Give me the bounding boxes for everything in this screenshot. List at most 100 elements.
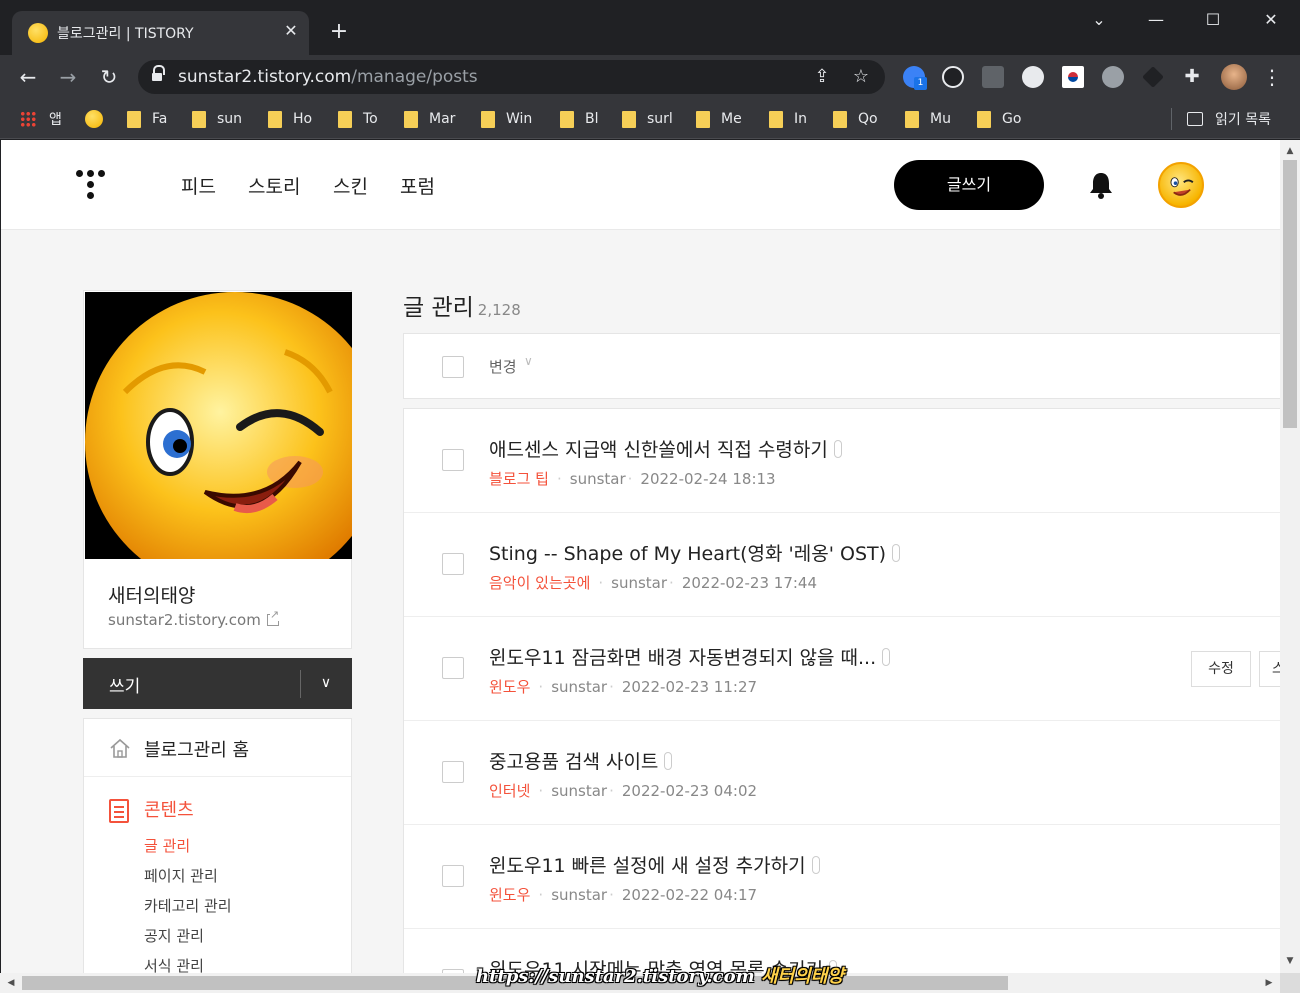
post-row[interactable]: 윈도우11 잠금화면 배경 자동변경되지 않을 때... 윈도우 · sunstar… (404, 617, 1280, 721)
post-checkbox[interactable] (442, 449, 464, 471)
post-title[interactable]: 애드센스 지급액 신한쏠에서 직접 수령하기 (489, 435, 842, 462)
vertical-scroll-thumb[interactable] (1283, 160, 1297, 428)
nav-feed[interactable]: 피드 (181, 172, 216, 199)
write-bar-divider (300, 670, 301, 698)
browser-tab[interactable]: 블로그관리 | TISTORY ✕ (12, 11, 309, 55)
bookmark-folder[interactable]: Me (696, 108, 742, 130)
post-checkbox[interactable] (442, 553, 464, 575)
post-row[interactable]: 윈도우11 빠른 설정에 새 설정 추가하기 윈도우 · sunstar · 2022-… (404, 825, 1280, 929)
submenu-notices[interactable]: 공지 관리 (144, 925, 204, 946)
tab-search-icon[interactable]: ⌄ (1084, 8, 1114, 32)
menu-contents[interactable]: 콘텐츠 (144, 796, 194, 822)
post-meta: 윈도우 · sunstar · 2022-02-22 04:17 (489, 886, 758, 904)
folder-icon (696, 110, 710, 128)
extension-layers-icon[interactable] (1142, 66, 1164, 88)
extension-download-icon[interactable]: 1 (903, 66, 927, 90)
reload-icon[interactable]: ↻ (96, 64, 122, 90)
extension-korea-flag-icon[interactable] (1062, 66, 1084, 88)
scroll-up-icon[interactable]: ▲ (1283, 144, 1297, 158)
edit-post-button[interactable]: 수정 (1191, 651, 1251, 687)
post-row[interactable]: 중고용품 검색 사이트 인터넷 · sunstar · 2022-02-23 04:02 (404, 721, 1280, 825)
submenu-categories[interactable]: 카테고리 관리 (144, 895, 232, 916)
post-category[interactable]: 인터넷 (489, 782, 530, 800)
forward-icon[interactable]: → (55, 64, 81, 90)
extension-es-icon[interactable] (942, 66, 964, 88)
bookmark-apps[interactable]: 앱 (20, 108, 62, 130)
extension-glasses-icon[interactable] (1102, 66, 1124, 88)
post-title[interactable]: 윈도우11 잠금화면 배경 자동변경되지 않을 때... (489, 643, 891, 670)
post-action-button[interactable]: 스 (1259, 651, 1280, 687)
bookmark-folder[interactable]: Mar (404, 108, 455, 130)
folder-icon (560, 110, 574, 128)
scroll-left-icon[interactable]: ◀ (4, 976, 18, 990)
menu-home[interactable]: 블로그관리 홈 (84, 719, 351, 777)
post-title[interactable]: 중고용품 검색 사이트 (489, 747, 673, 774)
minimize-button[interactable]: — (1141, 8, 1171, 32)
profile-avatar[interactable] (1221, 64, 1247, 90)
reading-list-button[interactable]: 읽기 목록 (1187, 108, 1271, 130)
submenu-templates[interactable]: 서식 관리 (144, 955, 204, 973)
select-all-checkbox[interactable] (442, 356, 464, 378)
bookmark-folder[interactable]: Ho (268, 108, 312, 130)
write-bar[interactable]: 쓰기 ∨ (83, 658, 352, 709)
chevron-down-icon[interactable]: ∨ (316, 671, 336, 695)
post-title[interactable]: Sting -- Shape of My Heart(영화 '레옹' OST) (489, 539, 901, 566)
window-close-button[interactable]: ✕ (1256, 8, 1286, 32)
bookmark-folder[interactable]: Bl (560, 108, 599, 130)
scroll-right-icon[interactable]: ▶ (1262, 976, 1276, 990)
vertical-scrollbar[interactable]: ▲ ▼ (1280, 140, 1300, 973)
bookmark-star-icon[interactable]: ☆ (849, 65, 873, 89)
menu-kebab-icon[interactable]: ⋮ (1259, 64, 1285, 90)
maximize-button[interactable]: ☐ (1198, 8, 1228, 32)
new-tab-button[interactable]: + (326, 19, 352, 45)
bookmark-folder[interactable]: Qo (833, 108, 878, 130)
nav-story[interactable]: 스토리 (248, 172, 300, 199)
bookmark-folder[interactable]: sun (192, 108, 242, 130)
bulk-change-dropdown[interactable]: 변경 (489, 356, 517, 377)
write-post-button[interactable]: 글쓰기 (894, 160, 1044, 210)
folder-icon (481, 110, 495, 128)
post-checkbox[interactable] (442, 761, 464, 783)
folder-icon (833, 110, 847, 128)
paperclip-icon (882, 648, 891, 666)
post-row[interactable]: Sting -- Shape of My Heart(영화 '레옹' OST) … (404, 513, 1280, 617)
watermark: https://sunstar2.tistory.com 새터의태양 (476, 966, 844, 987)
extension-pages-icon[interactable] (982, 66, 1004, 88)
post-title[interactable]: 윈도우11 빠른 설정에 새 설정 추가하기 (489, 851, 820, 878)
bookmark-folder[interactable]: Go (977, 108, 1021, 130)
extension-map-pin-icon[interactable] (1022, 66, 1044, 88)
blog-url-link[interactable]: sunstar2.tistory.com (108, 608, 280, 629)
tistory-logo-icon[interactable] (73, 168, 109, 204)
extensions-puzzle-icon[interactable]: ✚ (1179, 64, 1205, 90)
bookmark-folder[interactable]: To (338, 108, 378, 130)
submenu-posts[interactable]: 글 관리 (144, 835, 190, 856)
bookmark-folder[interactable]: In (769, 108, 807, 130)
emoji-favicon-icon (85, 110, 103, 128)
scroll-down-icon[interactable]: ▼ (1283, 954, 1297, 968)
bookmark-emoji[interactable] (85, 108, 103, 130)
post-category[interactable]: 윈도우 (489, 886, 530, 904)
bell-icon[interactable] (1088, 171, 1114, 199)
bookmark-folder[interactable]: Win (481, 108, 532, 130)
back-icon[interactable]: ← (15, 64, 41, 90)
bookmark-folder[interactable]: Mu (905, 108, 951, 130)
post-checkbox[interactable] (442, 865, 464, 887)
nav-skin[interactable]: 스킨 (333, 172, 368, 199)
share-icon[interactable]: ⇪ (810, 65, 834, 89)
home-icon (110, 738, 130, 758)
bookmark-folder[interactable]: surl (622, 108, 673, 130)
nav-forum[interactable]: 포럼 (400, 172, 435, 199)
submenu-pages[interactable]: 페이지 관리 (144, 865, 218, 886)
post-category[interactable]: 음악이 있는곳에 (489, 574, 590, 592)
chevron-down-icon[interactable]: ∨ (524, 354, 533, 368)
post-row[interactable]: 애드센스 지급액 신한쏠에서 직접 수령하기 블로그 팁 · sunstar · 202… (404, 409, 1280, 513)
post-checkbox[interactable] (442, 657, 464, 679)
tab-close-icon[interactable]: ✕ (280, 20, 302, 42)
bookmark-folder[interactable]: Fa (127, 108, 167, 130)
post-category[interactable]: 블로그 팁 (489, 470, 549, 488)
write-bar-label: 쓰기 (109, 677, 141, 697)
user-avatar[interactable] (1158, 162, 1204, 208)
post-category[interactable]: 윈도우 (489, 678, 530, 696)
blog-profile-image[interactable] (85, 292, 352, 559)
address-bar[interactable]: sunstar2.tistory.com/manage/posts ⇪ ☆ (138, 60, 885, 94)
